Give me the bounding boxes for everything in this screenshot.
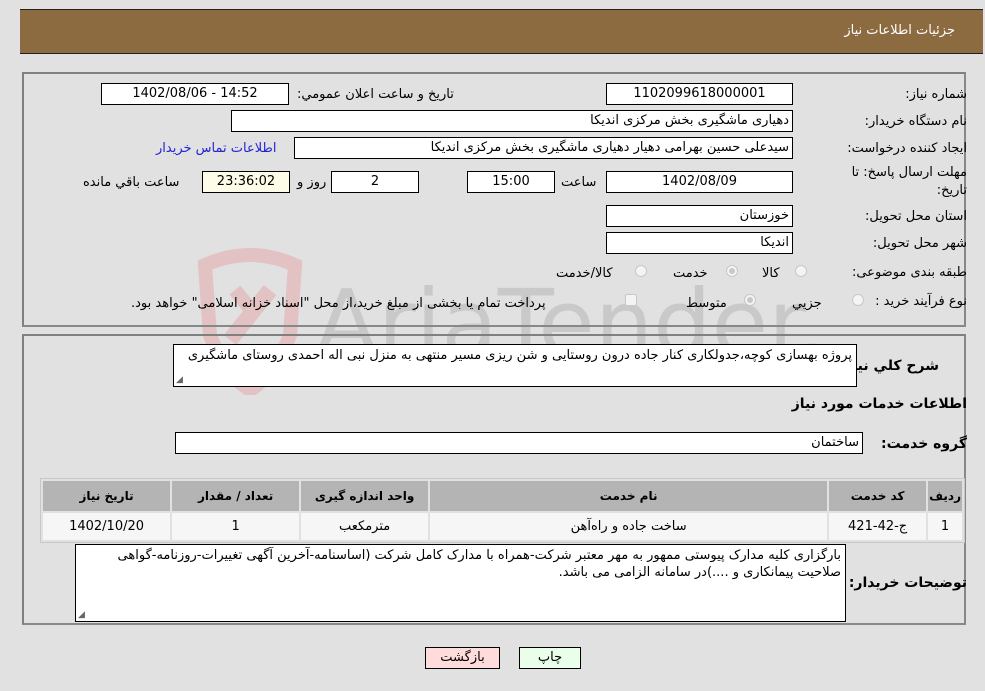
cell-unit: مترمکعب [301,513,429,540]
treasury-note: پرداخت تمام يا بخشی از مبلغ خريد،از محل … [131,296,546,311]
service-group-label: گروه خدمت: [881,436,967,452]
remaining-days-field: 2 [331,171,419,193]
cell-row-number: 1 [928,513,962,540]
buyer-contact-link[interactable]: اطلاعات تماس خريدار [156,141,276,156]
buyer-org-field: دهیاری ماشگیری بخش مرکزی اندیکا [231,110,793,132]
buyer-notes-label: توضيحات خريدار: [848,575,967,591]
col-header-unit: واحد اندازه گیری [301,481,429,511]
col-header-need-date: تاريخ نياز [43,481,171,511]
purchase-type-option-medium: متوسط [686,296,727,311]
buyer-notes-text: بارگزاری کلیه مدارک پیوستی ممهور به مهر … [117,548,841,580]
requester-field: سیدعلی حسین بهرامی دهیار دهیاری ماشگیری … [294,137,793,159]
page-title: جزئيات اطلاعات نياز [844,23,955,38]
cell-quantity: 1 [172,513,300,540]
announce-datetime-label: تاريخ و ساعت اعلان عمومي: [297,87,454,102]
table-header-row: رديف کد خدمت نام خدمت واحد اندازه گیری ت… [43,481,962,511]
table-row: 1 ج-42-421 ساخت جاده و راه‌آهن مترمکعب 1… [43,513,962,540]
deadline-date-field: 1402/08/09 [606,171,793,193]
cell-service-name: ساخت جاده و راه‌آهن [430,513,828,540]
remaining-time-label: ساعت باقي مانده [83,175,180,190]
purchase-type-radio-minor[interactable] [852,294,864,306]
back-button[interactable]: بازگشت [425,647,500,669]
deadline-time-label: ساعت [561,175,597,190]
category-option-service: خدمت [673,266,708,281]
purchase-type-label: نوع فرآيند خريد : [875,294,967,309]
services-section-title: اطلاعات خدمات مورد نياز [791,396,967,412]
category-radio-goods-service[interactable] [635,265,647,277]
description-field[interactable]: پروژه بهسازی کوچه،جدولکاری کنار جاده درو… [173,344,857,387]
buyer-notes-field[interactable]: بارگزاری کلیه مدارک پیوستی ممهور به مهر … [75,544,846,622]
purchase-type-radio-medium[interactable] [744,294,756,306]
print-button[interactable]: چاپ [519,647,581,669]
services-table: رديف کد خدمت نام خدمت واحد اندازه گیری ت… [40,478,965,543]
category-option-goods-service: کالا/خدمت [556,266,613,281]
province-label: استان محل تحويل: [865,209,967,224]
col-header-service-name: نام خدمت [430,481,828,511]
city-field: اندیکا [606,232,793,254]
city-label: شهر محل تحويل: [872,236,967,251]
col-header-service-code: کد خدمت [829,481,927,511]
resize-handle-icon[interactable]: ◢ [176,376,183,385]
buyer-org-label: نام دستگاه خريدار: [864,114,967,129]
category-option-goods: کالا [762,266,780,281]
purchase-type-option-minor: جزيي [792,296,822,311]
service-group-field: ساختمان [175,432,863,454]
deadline-time-field: 15:00 [467,171,555,193]
cell-service-code: ج-42-421 [829,513,927,540]
category-radio-goods[interactable] [795,265,807,277]
province-field: خوزستان [606,205,793,227]
treasury-checkbox[interactable] [625,294,637,306]
resize-handle-icon[interactable]: ◢ [78,611,85,620]
requester-label: ايجاد كننده درخواست: [847,141,967,156]
page-header: جزئيات اطلاعات نياز [20,9,983,54]
remaining-time-field: 23:36:02 [202,171,290,193]
col-header-quantity: تعداد / مقدار [172,481,300,511]
need-number-field: 1102099618000001 [606,83,793,105]
category-label: طبقه بندی موضوعی: [851,265,967,280]
deadline-label: مهلت ارسال پاسخ: تا تاريخ: [851,165,967,198]
col-header-row-number: رديف [928,481,962,511]
need-number-label: شماره نياز: [905,87,967,102]
description-text: پروژه بهسازی کوچه،جدولکاری کنار جاده درو… [187,348,852,363]
days-label: روز و [297,175,327,190]
announce-datetime-field: 1402/08/06 - 14:52 [101,83,289,105]
cell-need-date: 1402/10/20 [43,513,171,540]
category-radio-service[interactable] [726,265,738,277]
